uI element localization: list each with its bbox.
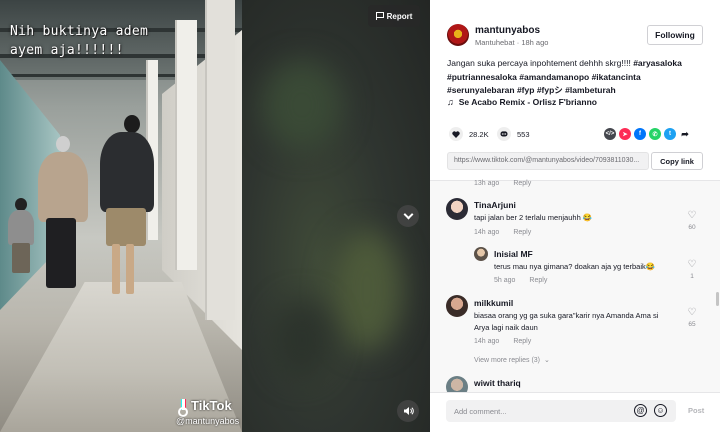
comment-bubble-icon (497, 127, 511, 141)
reply-link[interactable]: Reply (529, 277, 547, 284)
hashtag-link[interactable]: #lambeturah (565, 85, 616, 95)
comment-time: 5h ago (494, 277, 516, 284)
share-icons: </> ➤ f ✆ t ➦ (604, 128, 691, 140)
view-more-label: View more replies (3) (474, 356, 541, 364)
speaker-icon (403, 407, 414, 415)
next-video-button[interactable] (397, 205, 419, 227)
video-caption-overlay: Nih buktinya adem ayem aja!!!!!! (10, 24, 149, 58)
hashtag-link[interactable]: #serunyalebaran (447, 85, 515, 95)
heart-outline-icon: ♡ (687, 259, 697, 270)
emoji-icon[interactable]: ☺ (654, 404, 667, 417)
heart-outline-icon: ♡ (687, 210, 697, 221)
pinterest-icon[interactable]: ➤ (619, 128, 631, 140)
whatsapp-icon[interactable]: ✆ (649, 128, 661, 140)
like-count: 28.2K (469, 129, 489, 139)
view-more-replies[interactable]: View more replies (3) ⌄ (474, 356, 550, 365)
comment-time: 14h ago (474, 229, 500, 236)
post-time: 18h ago (521, 38, 549, 47)
person-leg (126, 244, 134, 294)
person-man-shorts (106, 208, 146, 246)
comment-like-count: 65 (688, 321, 696, 328)
commenter-name[interactable]: Inisial MF (494, 249, 533, 259)
facebook-icon[interactable]: f (634, 128, 646, 140)
comment-like-count: 1 (690, 273, 694, 280)
share-arrow-icon[interactable]: ➦ (679, 128, 691, 140)
music-link[interactable]: ♫ Se Acabo Remix - Orlisz F'brianno (447, 97, 597, 107)
copy-link-button[interactable]: Copy link (651, 152, 703, 170)
video-link-field[interactable]: https://www.tiktok.com/@mantunyabos/vide… (447, 152, 649, 170)
comment-count: 553 (517, 129, 530, 139)
reply-link[interactable]: Reply (513, 338, 531, 345)
hashtag-link[interactable]: #ikatancinta (592, 72, 641, 82)
commenter-avatar[interactable] (446, 198, 468, 220)
comment-meta: 14h ago Reply (474, 229, 531, 236)
comment-time: 14h ago (474, 338, 500, 345)
person-head (56, 136, 70, 152)
commenter-name[interactable]: milkkumil (474, 298, 513, 308)
hashtag-link[interactable]: #fypシ (537, 85, 563, 95)
comment-like-button[interactable]: ♡ 65 (685, 307, 699, 329)
commenter-avatar[interactable] (446, 295, 468, 317)
hashtag-link[interactable]: #aryasaloka (633, 58, 682, 68)
tiktok-video-page: Nih buktinya adem ayem aja!!!!!! TikTok … (0, 0, 720, 432)
tiktok-watermark-brand: TikTok (191, 398, 232, 413)
comment-meta: 14h ago Reply (474, 338, 531, 345)
following-button[interactable]: Following (647, 25, 703, 45)
pillar (205, 0, 235, 320)
person-head (124, 115, 140, 133)
author-username[interactable]: mantunyabos (475, 25, 540, 36)
comment-text: terus mau nya gimana? doakan aja yg terb… (494, 262, 656, 271)
flag-icon (375, 12, 384, 20)
reply-link[interactable]: Reply (513, 229, 531, 236)
author-avatar[interactable] (447, 24, 469, 46)
hashtag-link[interactable]: #fyp (517, 85, 534, 95)
reply-link[interactable]: Reply (513, 180, 531, 187)
person-woman (38, 152, 88, 222)
person-child (8, 210, 34, 245)
author-display-name: Mantuhebat (475, 38, 515, 47)
comment-like-count: 60 (688, 224, 696, 231)
music-note-icon: ♫ (447, 97, 454, 107)
person-leg (112, 244, 120, 294)
comment-time: 13h ago (474, 180, 500, 187)
description-text: Jangan suka percaya inpohtement dehhh sk… (447, 58, 631, 68)
person-child-pants (12, 243, 30, 273)
mention-icon[interactable]: @ (634, 404, 647, 417)
tiktok-watermark: TikTok (178, 398, 232, 417)
tiktok-watermark-user: @mantunyabos (176, 416, 240, 426)
commenter-avatar[interactable] (474, 247, 488, 261)
comment-meta: 5h ago Reply (494, 277, 547, 284)
comment-meta: 13h ago Reply (474, 180, 531, 187)
heart-icon (449, 127, 463, 141)
comment-text: biasaa orang yg ga suka gara"karir nya A… (474, 311, 659, 332)
twitter-icon[interactable]: t (664, 128, 676, 140)
like-stat[interactable]: 28.2K (449, 127, 489, 141)
volume-button[interactable] (397, 400, 419, 422)
commenter-name[interactable]: wiwit thariq (474, 378, 521, 388)
report-label: Report (386, 11, 413, 21)
person-woman-pants (46, 218, 76, 288)
embed-icon[interactable]: </> (604, 128, 616, 140)
hashtag-link[interactable]: #putriannesaloka (447, 72, 517, 82)
commenter-name[interactable]: TinaArjuni (474, 200, 516, 210)
author-subline: Mantuhebat · 18h ago (475, 38, 549, 47)
comment-text: tapi jalan ber 2 terlalu menjauhh 😂 (474, 213, 593, 222)
heart-outline-icon: ♡ (687, 307, 697, 318)
tiktok-logo-icon (178, 398, 188, 417)
chevron-down-icon (403, 209, 413, 219)
comment-like-button[interactable]: ♡ 60 (685, 210, 699, 232)
chevron-down-icon: ⌄ (544, 357, 550, 364)
report-button[interactable]: Report (368, 5, 420, 27)
music-title: Se Acabo Remix - Orlisz F'brianno (458, 97, 597, 107)
video-description: Jangan suka percaya inpohtement dehhh sk… (447, 57, 707, 98)
video-frame: Nih buktinya adem ayem aja!!!!!! TikTok … (0, 0, 242, 432)
comments-scrollbar[interactable] (716, 292, 719, 306)
person-man (100, 132, 154, 212)
post-button[interactable]: Post (688, 406, 704, 415)
video-player[interactable]: Nih buktinya adem ayem aja!!!!!! TikTok … (0, 0, 430, 432)
comment-stat[interactable]: 553 (497, 127, 530, 141)
comment-like-button[interactable]: ♡ 1 (685, 259, 699, 281)
hashtag-link[interactable]: #amandamanopo (519, 72, 589, 82)
